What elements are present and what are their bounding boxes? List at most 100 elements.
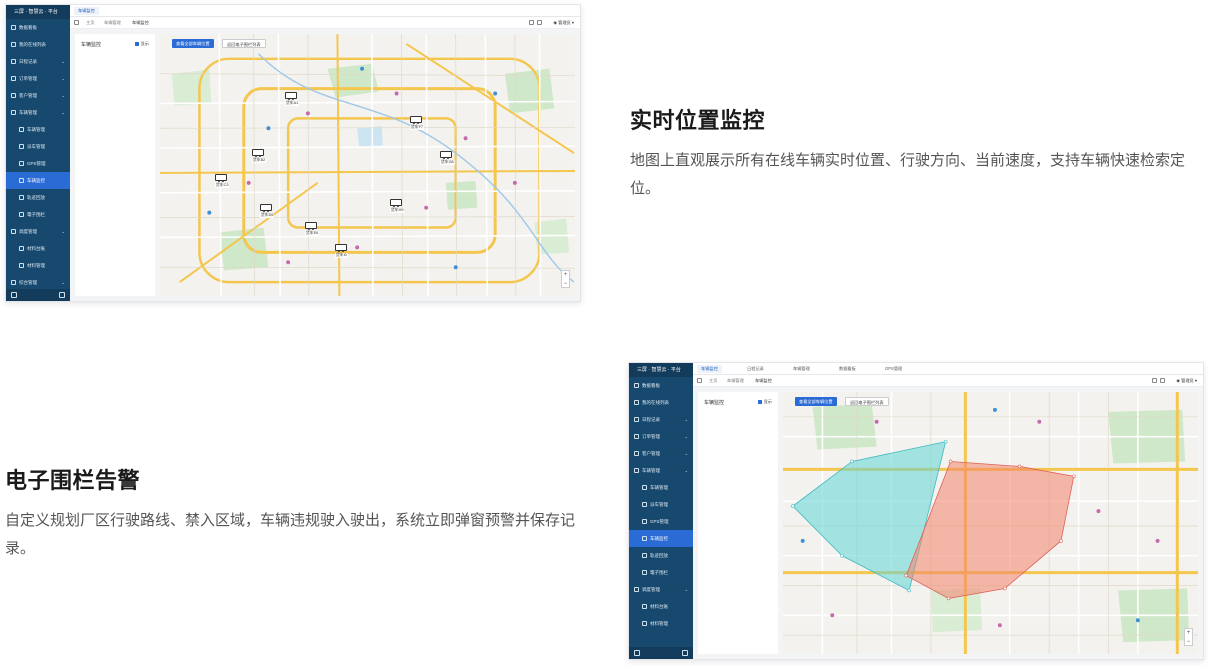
zoom-out-icon[interactable]: − [1185,638,1192,647]
geofence-map[interactable] [783,392,1198,654]
sidebar-item[interactable]: 轨迹回放 [629,547,693,564]
home-icon[interactable] [74,20,79,25]
zoom-control[interactable]: + − [561,270,570,288]
tab[interactable]: 日程记录 [743,365,768,373]
sidebar-item[interactable]: 车辆管理 [629,479,693,496]
zoom-in-icon[interactable]: + [1185,629,1192,638]
sidebar-item[interactable]: GPS管理 [6,155,70,172]
tab[interactable]: 数据看板 [835,365,860,373]
truck-icon[interactable] [260,204,272,212]
sidebar-item[interactable]: 派车管理 [629,496,693,513]
tab[interactable]: 车辆管理 [789,365,814,373]
view-all-vehicles-button[interactable]: 查看全部车辆位置 [172,39,214,48]
collapse-icon[interactable] [11,292,17,298]
sidebar-item-label: 订单管理 [642,434,660,439]
map-view[interactable]: 查看全部车辆位置 返回电子围栏列表 + − [783,392,1198,654]
sidebar-item[interactable]: 材料管理 [629,615,693,632]
vehicle-marker[interactable]: 货车D5 [260,204,275,218]
truck-icon[interactable] [440,151,452,159]
sidebar-item[interactable]: 電子围栏 [6,206,70,223]
sidebar-item[interactable]: 数据看板 [629,377,693,394]
sidebar-item-label: 派车管理 [27,144,45,149]
refresh-icon[interactable] [537,20,542,25]
breadcrumb-item[interactable]: 车辆监控 [132,19,149,27]
refresh-icon[interactable] [1160,378,1165,383]
sidebar-item[interactable]: 我的在线列表 [6,36,70,53]
back-fence-list-button[interactable]: 返回电子围栏列表 [845,397,889,406]
vehicle-marker[interactable]: 货车I0 [335,244,348,258]
truck-icon[interactable] [305,222,317,230]
tab[interactable]: 车辆监控 [697,365,722,373]
back-fence-list-button[interactable]: 返回电子围栏列表 [222,39,266,48]
sidebar-item[interactable]: 订单管理 ⌄ [629,428,693,445]
home-icon[interactable] [697,378,702,383]
view-all-vehicles-button[interactable]: 查看全部车辆位置 [795,397,837,406]
breadcrumb-item[interactable]: 车辆管理 [104,19,121,27]
user-menu[interactable]: ◉ 管理员 ▾ [553,19,574,27]
tab[interactable]: 车辆监控 [74,7,99,15]
breadcrumb-item[interactable]: 车辆管理 [727,377,744,385]
zoom-out-icon[interactable]: − [562,280,569,289]
settings-icon[interactable] [59,292,65,298]
breadcrumb-item[interactable]: 主页 [709,377,717,385]
breadcrumb-item[interactable]: 主页 [86,19,94,27]
vehicle-marker[interactable]: 货车C3 [215,174,230,188]
sidebar-item[interactable]: 车辆监控 [629,530,693,547]
sidebar-item[interactable]: 我的在线列表 [629,394,693,411]
truck-icon[interactable] [390,199,402,207]
sidebar-item[interactable]: 客户管理 ⌄ [6,87,70,104]
sidebar-item[interactable]: 客户管理 ⌄ [629,445,693,462]
breadcrumb: ◉ 管理员 ▾ 主页 车辆管理 车辆监控 [70,17,580,29]
vehicle-marker[interactable]: 货车E6 [305,222,320,236]
show-checkbox[interactable]: 显示 [757,399,772,405]
sidebar-item[interactable]: 日程记录 ⌄ [629,411,693,428]
settings-icon[interactable] [682,650,688,656]
chevron-down-icon: ⌄ [684,451,688,456]
sidebar-item-label: 数据看板 [642,383,660,388]
menu-item-icon [11,76,16,82]
sidebar-item[interactable]: 调度管理 ⌄ [629,581,693,598]
sidebar-item[interactable]: 车辆管理 ⌄ [6,104,70,121]
sidebar-item[interactable]: 材料台账 [629,598,693,615]
sidebar-item[interactable]: 车辆管理 [6,121,70,138]
sidebar-item-label: 材料管理 [650,621,668,626]
vehicle-marker[interactable]: 货车B2 [252,149,267,163]
vehicle-marker[interactable]: 货车G8 [440,151,455,165]
sidebar-item[interactable]: 轨迹回放 [6,189,70,206]
sidebar-item[interactable]: 调度管理 ⌄ [6,223,70,240]
fullscreen-icon[interactable] [1152,378,1157,383]
sidebar-item[interactable]: 数据看板 [6,19,70,36]
collapse-icon[interactable] [634,650,640,656]
truck-icon[interactable] [285,92,297,100]
truck-icon[interactable] [252,149,264,157]
sidebar-item[interactable]: 日程记录 ⌄ [6,53,70,70]
zoom-in-icon[interactable]: + [562,271,569,280]
sidebar-item[interactable]: 订单管理 ⌄ [6,70,70,87]
truck-icon[interactable] [215,174,227,182]
chevron-down-icon: ⌄ [684,468,688,473]
sidebar-item[interactable]: 车辆监控 [6,172,70,189]
sidebar-item[interactable]: GPS管理 [629,513,693,530]
truck-icon[interactable] [335,244,347,252]
map-view[interactable]: 查看全部车辆位置 返回电子围栏列表 + − 货车A1 货车B2 货车C3 货车D5 货车E… [160,34,575,296]
show-checkbox[interactable]: 显示 [134,41,149,47]
breadcrumb-item[interactable]: 车辆监控 [755,377,772,385]
tab[interactable]: GPS管理 [881,365,906,373]
truck-icon[interactable] [410,116,422,124]
vehicle-panel: 车辆监控 显示 [75,34,155,296]
sidebar-item[interactable]: 派车管理 [6,138,70,155]
sidebar-item[interactable]: 電子围栏 [629,564,693,581]
vehicle-marker[interactable]: 货车F7 [410,116,425,130]
sidebar-item[interactable]: 车辆管理 ⌄ [629,462,693,479]
fullscreen-icon[interactable] [529,20,534,25]
vehicle-label: 货车F7 [410,125,425,130]
sidebar-item[interactable]: 材料管理 [6,257,70,274]
city-map[interactable] [160,34,575,296]
sidebar-item-label: 车辆管理 [650,485,668,490]
zoom-control[interactable]: + − [1184,628,1193,646]
vehicle-marker[interactable]: 货车H9 [390,199,405,213]
sidebar-item-label: 客户管理 [19,93,37,98]
user-menu[interactable]: ◉ 管理员 ▾ [1176,377,1197,385]
sidebar-item[interactable]: 材料台账 [6,240,70,257]
vehicle-marker[interactable]: 货车A1 [285,92,300,106]
